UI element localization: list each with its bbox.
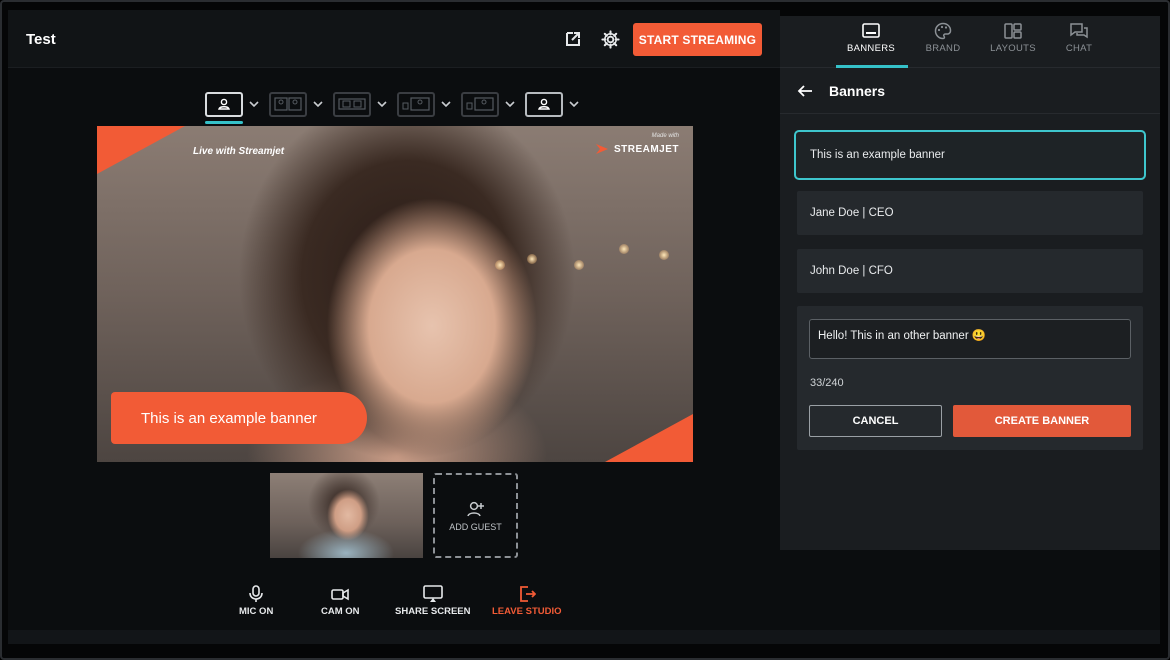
side-panel: BANNERS BRAND LAYOUTS CHAT Banners This …: [780, 16, 1160, 550]
bokeh-light: [619, 244, 629, 254]
chevron-down-icon[interactable]: [568, 98, 580, 110]
corner-accent-bottom-right: [605, 414, 693, 462]
panel-tabs: BANNERS BRAND LAYOUTS CHAT: [780, 16, 1160, 68]
add-user-icon: [466, 501, 484, 516]
open-external-icon[interactable]: [562, 28, 584, 50]
leave-icon: [519, 586, 536, 602]
studio-topbar: Test START STREAMING: [8, 10, 780, 68]
mic-label: MIC ON: [239, 606, 274, 617]
microphone-icon: [249, 585, 263, 602]
chevron-down-icon[interactable]: [504, 98, 516, 110]
create-banner-button[interactable]: CREATE BANNER: [953, 405, 1131, 437]
bokeh-light: [527, 254, 537, 264]
stage-banner: This is an example banner: [111, 392, 367, 444]
panel-title: Banners: [829, 83, 886, 99]
tab-layouts-label: LAYOUTS: [990, 43, 1036, 54]
layout-option-side-right[interactable]: [461, 90, 516, 118]
layout-option-side-left[interactable]: [397, 90, 452, 118]
share-screen-label: SHARE SCREEN: [395, 606, 471, 617]
studio-title: Test: [26, 31, 56, 48]
brand-name: STREAMJET: [613, 143, 679, 155]
tab-banners[interactable]: BANNERS: [836, 22, 906, 66]
tab-layouts[interactable]: LAYOUTS: [978, 22, 1048, 66]
add-guest-label: ADD GUEST: [449, 521, 502, 532]
leave-studio-button[interactable]: LEAVE STUDIO: [492, 585, 562, 617]
layout-option-solo[interactable]: [525, 90, 580, 118]
camera-toggle-button[interactable]: CAM ON: [321, 585, 360, 617]
participant-thumbnail[interactable]: [270, 473, 423, 558]
banner-icon: [862, 23, 880, 38]
mic-toggle-button[interactable]: MIC ON: [239, 585, 273, 617]
layout-split-icon: [269, 91, 307, 117]
layout-grid-icon: [333, 91, 371, 117]
brand-logo: STREAMJET: [595, 143, 679, 155]
studio-area: Test START STREAMING Live with Streamjet…: [8, 10, 780, 630]
bokeh-light: [659, 250, 669, 260]
start-streaming-button[interactable]: START STREAMING: [633, 23, 762, 56]
stage-overlay-text: Live with Streamjet: [193, 146, 285, 157]
tab-chat[interactable]: CHAT: [1044, 22, 1114, 66]
share-screen-button[interactable]: SHARE SCREEN: [395, 585, 471, 617]
chevron-down-icon[interactable]: [440, 98, 452, 110]
chat-icon: [1070, 23, 1088, 39]
layouts-icon: [1004, 23, 1022, 39]
cancel-button[interactable]: CANCEL: [809, 405, 942, 437]
leave-studio-label: LEAVE STUDIO: [492, 606, 562, 617]
screen-share-icon: [422, 585, 443, 602]
bokeh-light: [495, 260, 505, 270]
layout-active-indicator: [205, 121, 243, 124]
banner-editor: Hello! This in an other banner 😃 33/240 …: [797, 306, 1143, 450]
tab-banners-label: BANNERS: [846, 43, 896, 54]
tab-brand[interactable]: BRAND: [908, 22, 978, 66]
banner-list-item[interactable]: Jane Doe | CEO: [797, 191, 1143, 235]
layout-option-split[interactable]: [269, 90, 324, 118]
layout-solo-icon: [525, 91, 563, 117]
streamjet-logo-icon: [595, 144, 608, 154]
chevron-down-icon[interactable]: [376, 98, 388, 110]
stage-preview[interactable]: Live with Streamjet Made with STREAMJET …: [97, 126, 693, 462]
brand-small-text: Made with: [651, 133, 679, 139]
corner-accent-top-left: [97, 126, 185, 174]
app-window: Test START STREAMING Live with Streamjet…: [0, 0, 1170, 660]
bokeh-light: [574, 260, 584, 270]
bottom-strip: [8, 630, 1160, 644]
layout-option-single[interactable]: [205, 90, 260, 118]
layout-side-right-icon: [461, 91, 499, 117]
camera-label: CAM ON: [321, 606, 360, 617]
panel-header: Banners: [780, 68, 1160, 114]
camera-icon: [331, 588, 350, 601]
add-guest-button[interactable]: ADD GUEST: [433, 473, 518, 558]
tab-brand-label: BRAND: [925, 43, 961, 54]
tab-chat-label: CHAT: [1065, 43, 1093, 54]
layout-single-icon: [205, 91, 243, 117]
back-arrow-icon[interactable]: [796, 82, 814, 100]
banner-list-item-selected[interactable]: This is an example banner: [794, 130, 1146, 180]
layout-option-grid[interactable]: [333, 90, 388, 118]
chevron-down-icon[interactable]: [248, 98, 260, 110]
panel-empty-area: [780, 550, 1160, 630]
palette-icon: [934, 22, 952, 40]
banner-text-input[interactable]: Hello! This in an other banner 😃: [809, 319, 1131, 359]
banner-list-item[interactable]: John Doe | CFO: [797, 249, 1143, 293]
character-counter: 33/240: [810, 377, 844, 389]
chevron-down-icon[interactable]: [312, 98, 324, 110]
layout-side-left-icon: [397, 91, 435, 117]
settings-gear-icon[interactable]: [599, 28, 621, 50]
